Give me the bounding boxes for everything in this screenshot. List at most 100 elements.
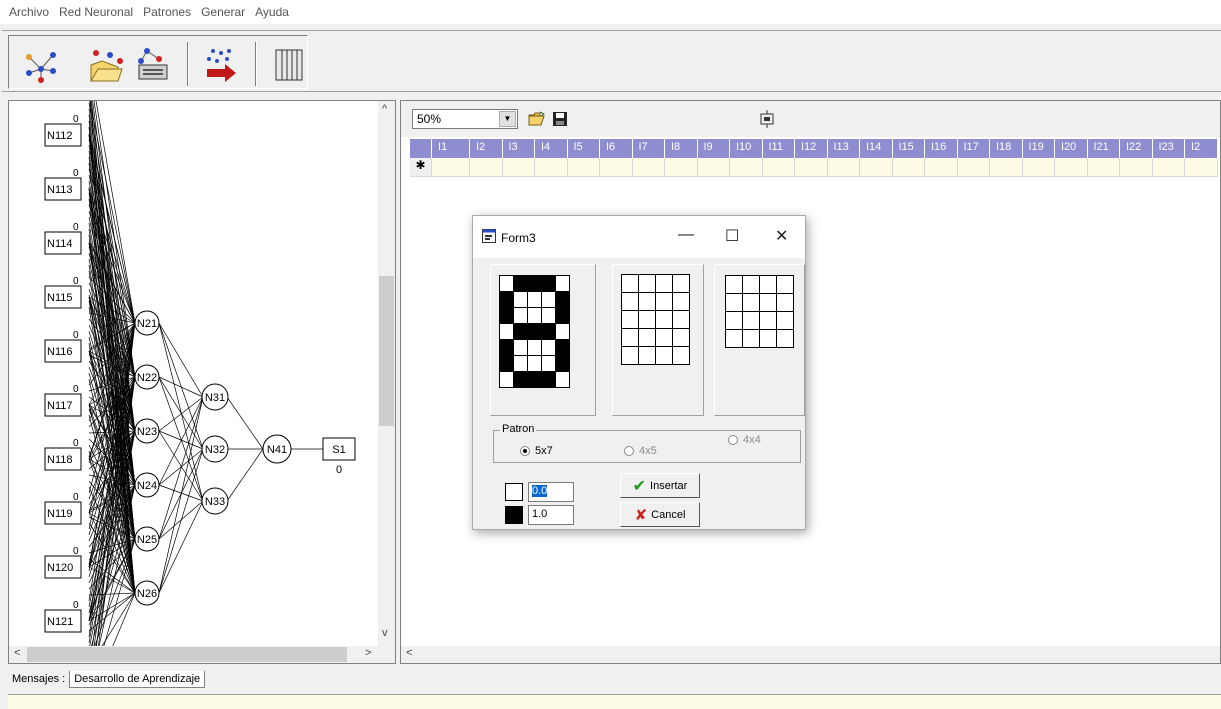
pattern-cell[interactable] bbox=[500, 324, 514, 340]
column-header[interactable]: I14 bbox=[860, 139, 893, 158]
pattern-cell[interactable] bbox=[514, 308, 528, 324]
black-value-input[interactable]: 1.0 bbox=[528, 505, 574, 525]
pattern-cell[interactable] bbox=[514, 324, 528, 340]
grid-cell[interactable] bbox=[665, 158, 698, 177]
column-header[interactable]: I5 bbox=[568, 139, 600, 158]
grid-cell[interactable] bbox=[925, 158, 958, 177]
grid-cell[interactable] bbox=[1087, 158, 1120, 177]
cancel-button[interactable]: ✘ Cancel bbox=[620, 502, 700, 527]
pattern-cell[interactable] bbox=[542, 276, 556, 292]
column-header[interactable]: I10 bbox=[730, 139, 763, 158]
tab-desarrollo-aprendizaje[interactable]: Desarrollo de Aprendizaje bbox=[69, 670, 206, 688]
scroll-right-icon[interactable]: > bbox=[365, 647, 371, 659]
grid-horizontal-scrollbar[interactable]: < bbox=[401, 646, 1220, 663]
grid-cell[interactable] bbox=[502, 158, 535, 177]
column-header[interactable]: I9 bbox=[698, 139, 730, 158]
pattern-grid-5x7[interactable] bbox=[499, 275, 570, 388]
pattern-cell[interactable] bbox=[760, 330, 777, 348]
grid-cell[interactable] bbox=[1120, 158, 1153, 177]
pattern-cell[interactable] bbox=[622, 293, 639, 311]
grid-cell[interactable] bbox=[470, 158, 503, 177]
column-header[interactable]: I6 bbox=[600, 139, 633, 158]
pattern-cell[interactable] bbox=[528, 292, 542, 308]
pattern-cell[interactable] bbox=[542, 356, 556, 372]
pattern-cell[interactable] bbox=[528, 340, 542, 356]
pattern-cell[interactable] bbox=[639, 347, 656, 365]
pattern-cell[interactable] bbox=[760, 294, 777, 312]
pattern-cell[interactable] bbox=[542, 372, 556, 388]
pattern-cell[interactable] bbox=[556, 276, 570, 292]
grid-cell[interactable] bbox=[535, 158, 568, 177]
radio-4x4[interactable]: 4x4 bbox=[728, 434, 761, 446]
grid-cell[interactable] bbox=[1022, 158, 1055, 177]
pattern-cell[interactable] bbox=[528, 276, 542, 292]
pattern-cell[interactable] bbox=[743, 276, 760, 294]
grid-cell[interactable] bbox=[795, 158, 828, 177]
column-header[interactable]: I20 bbox=[1055, 139, 1088, 158]
pattern-cell[interactable] bbox=[556, 340, 570, 356]
column-header[interactable]: I3 bbox=[503, 139, 535, 158]
pattern-cell[interactable] bbox=[556, 308, 570, 324]
menu-red-neuronal[interactable]: Red Neuronal bbox=[54, 5, 138, 19]
horizontal-scrollbar[interactable]: < > bbox=[9, 646, 395, 663]
table-icon[interactable] bbox=[267, 42, 311, 88]
grid-cell[interactable] bbox=[730, 158, 763, 177]
pattern-cell[interactable] bbox=[656, 347, 673, 365]
pattern-cell[interactable] bbox=[622, 347, 639, 365]
open-network-icon[interactable] bbox=[85, 42, 129, 88]
open-folder-icon[interactable] bbox=[526, 108, 548, 130]
pattern-cell[interactable] bbox=[726, 294, 743, 312]
column-header[interactable]: I19 bbox=[1023, 139, 1055, 158]
pattern-cell[interactable] bbox=[726, 276, 743, 294]
chevron-down-icon[interactable]: ▼ bbox=[499, 111, 516, 127]
pattern-cell[interactable] bbox=[656, 293, 673, 311]
pattern-cell[interactable] bbox=[656, 275, 673, 293]
pattern-cell[interactable] bbox=[622, 311, 639, 329]
pattern-cell[interactable] bbox=[500, 292, 514, 308]
grid-cell[interactable] bbox=[1185, 158, 1218, 177]
tab-mensajes[interactable]: Mensajes : bbox=[8, 671, 69, 687]
radio-5x7[interactable]: 5x7 bbox=[520, 445, 553, 457]
grid-cell[interactable] bbox=[892, 158, 925, 177]
menu-patrones[interactable]: Patrones bbox=[138, 5, 196, 19]
grid-cell[interactable] bbox=[827, 158, 860, 177]
column-header[interactable]: I1 bbox=[432, 139, 470, 158]
pattern-cell[interactable] bbox=[760, 312, 777, 330]
pattern-cell[interactable] bbox=[639, 293, 656, 311]
column-header[interactable]: I12 bbox=[795, 139, 828, 158]
pattern-cell[interactable] bbox=[622, 329, 639, 347]
scroll-down-icon[interactable]: v bbox=[382, 627, 388, 639]
column-header[interactable]: I4 bbox=[535, 139, 568, 158]
pattern-cell[interactable] bbox=[556, 292, 570, 308]
pattern-cell[interactable] bbox=[542, 308, 556, 324]
column-header[interactable]: I11 bbox=[763, 139, 795, 158]
grid-cell[interactable] bbox=[762, 158, 795, 177]
pattern-cell[interactable] bbox=[514, 292, 528, 308]
menu-ayuda[interactable]: Ayuda bbox=[250, 5, 294, 19]
column-header[interactable]: I21 bbox=[1088, 139, 1120, 158]
vertical-scroll-thumb[interactable] bbox=[379, 276, 394, 426]
scroll-up-icon[interactable]: ^ bbox=[382, 103, 387, 115]
pattern-cell[interactable] bbox=[622, 275, 639, 293]
white-value-input[interactable]: 0.0 bbox=[528, 482, 574, 502]
scroll-left-icon[interactable]: < bbox=[406, 647, 412, 659]
grid-cell[interactable] bbox=[632, 158, 665, 177]
dialog-titlebar[interactable]: Form3 — ☐ ✕ bbox=[473, 216, 805, 258]
pattern-cell[interactable] bbox=[500, 276, 514, 292]
grid-cell[interactable] bbox=[600, 158, 633, 177]
pattern-cell[interactable] bbox=[656, 311, 673, 329]
pattern-cell[interactable] bbox=[528, 308, 542, 324]
pattern-cell[interactable] bbox=[673, 329, 690, 347]
pattern-cell[interactable] bbox=[743, 312, 760, 330]
grid-cell[interactable] bbox=[432, 158, 470, 177]
pattern-cell[interactable] bbox=[743, 330, 760, 348]
zoom-select[interactable]: 50% ▼ bbox=[412, 109, 518, 129]
pattern-cell[interactable] bbox=[777, 294, 794, 312]
pattern-cell[interactable] bbox=[726, 312, 743, 330]
pattern-cell[interactable] bbox=[726, 330, 743, 348]
minimize-icon[interactable]: — bbox=[678, 226, 694, 244]
pattern-cell[interactable] bbox=[743, 294, 760, 312]
column-header[interactable]: I8 bbox=[665, 139, 698, 158]
column-header[interactable]: I15 bbox=[893, 139, 925, 158]
grid-cell[interactable] bbox=[957, 158, 990, 177]
